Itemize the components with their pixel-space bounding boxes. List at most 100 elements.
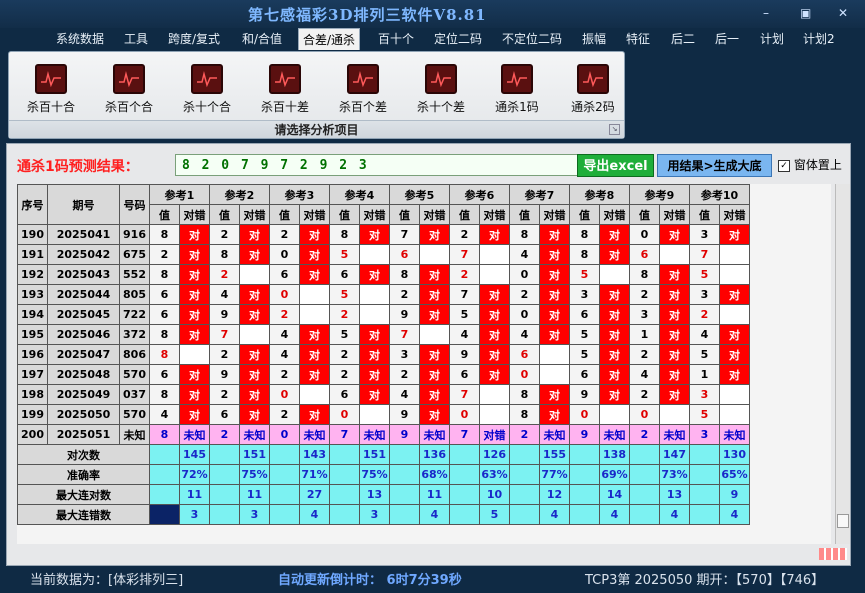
vertical-scrollbar[interactable] [835,184,850,544]
ribbon-button-1[interactable]: 杀百个合 [91,64,167,115]
stats-spacer [509,484,540,505]
cell-judgement: 对 [299,324,330,345]
stats-spacer [269,504,300,525]
cell-value: 2 [329,304,360,325]
stats-spacer [689,464,720,485]
cell-value: 9 [389,424,420,445]
cell-value: 2 [389,284,420,305]
cell-value: 4 [209,284,240,305]
cell-judgement: 对 [539,284,570,305]
cell-value: 9 [569,424,600,445]
col-header-judge: 对错 [539,204,570,225]
menu-item-sum-diff-kill[interactable]: 合差/通杀 [298,28,361,50]
stats-value: 63% [479,464,510,485]
menu-item-position-two[interactable]: 定位二码 [434,30,482,47]
cell-judgement: 对 [479,284,510,305]
stats-value: 4 [719,504,750,525]
chart-icon [577,64,609,94]
row-seq: 199 [17,404,48,425]
cell-judgement [479,404,510,425]
cell-judgement: 对 [419,304,450,325]
export-excel-button[interactable]: 导出excel [577,154,654,177]
menu-item-plan[interactable]: 计划 [760,30,784,47]
results-table: 序号 期号 号码 参考1 参考2 参考3 参考4 参考5 参考6 参考7 参考8 参考9 参考10 值对错… [17,184,750,525]
cell-judgement [419,244,450,265]
ribbon-button-7[interactable]: 通杀2码 [555,64,631,115]
results-grid: 序号 期号 号码 参考1 参考2 参考3 参考4 参考5 参考6 参考7 参考8 参考9 参考10 值对错… [17,184,831,544]
cell-value: 8 [149,224,180,245]
menu-item-feature[interactable]: 特征 [626,30,650,47]
indicator-strip [819,548,847,560]
cell-value: 8 [149,264,180,285]
cell-judgement: 对 [179,404,210,425]
prediction-result-field[interactable]: 8 2 0 7 9 7 2 9 2 3 [175,154,579,176]
menu-item-plan2[interactable]: 计划2 [803,30,835,47]
cell-value: 9 [389,404,420,425]
stats-row: 准确率 72% 75% 71% 75% 68% 63% 77% 69% 73% 65% [17,464,750,485]
row-number: 570 [119,404,150,425]
cell-judgement: 对错 [479,424,510,445]
menu-item-span[interactable]: 跨度/复式 [168,30,220,47]
table-row: 200 2025051 未知 8 未知 2 未知 0 未知 7 未知 9 未知 7 对错 2 未知 9 未知 2 未知 3… [17,424,750,445]
checkbox-mark[interactable]: ✓ [778,159,790,172]
ribbon-button-5[interactable]: 杀十个差 [403,64,479,115]
menu-item-digits[interactable]: 百十个 [378,30,414,47]
close-icon[interactable]: ✕ [838,6,848,20]
cell-judgement [239,264,270,285]
row-period: 2025042 [47,244,120,265]
cell-value: 4 [269,344,300,365]
stats-value: 136 [419,444,450,465]
scrollbar-thumb[interactable] [837,514,849,528]
cell-value: 8 [149,424,180,445]
cell-value: 2 [509,424,540,445]
ribbon-button-2[interactable]: 杀十个合 [169,64,245,115]
col-header-judge: 对错 [239,204,270,225]
row-seq: 194 [17,304,48,325]
menu-item-amplitude[interactable]: 振幅 [582,30,606,47]
cell-value: 6 [509,344,540,365]
row-seq: 198 [17,384,48,405]
restore-icon[interactable]: ▣ [800,6,811,20]
stats-spacer [569,484,600,505]
stats-spacer [569,444,600,465]
cell-value: 7 [449,424,480,445]
stats-spacer [509,444,540,465]
header-row: 序号 期号 号码 参考1 参考2 参考3 参考4 参考5 参考6 参考7 参考8 参考9 参考10 [17,184,750,225]
menu-item-last-one[interactable]: 后一 [715,30,739,47]
stay-on-top-checkbox[interactable]: ✓ 窗体置上 [778,156,842,173]
ribbon-button-4[interactable]: 杀百个差 [325,64,401,115]
cell-judgement: 对 [539,384,570,405]
menu-item-last-two[interactable]: 后二 [671,30,695,47]
ribbon-button-6[interactable]: 通杀1码 [479,64,555,115]
stats-label: 准确率 [17,464,150,485]
ribbon-button-0[interactable]: 杀百十合 [13,64,89,115]
menu-item-sum[interactable]: 和/合值 [242,30,282,47]
stats-spacer [629,504,660,525]
stats-spacer [269,484,300,505]
stats-value: 11 [179,484,210,505]
generate-base-button[interactable]: 用结果>生成大底 [657,154,772,177]
stats-spacer [629,444,660,465]
cell-value: 0 [269,284,300,305]
cell-judgement: 对 [419,224,450,245]
cell-value: 3 [629,304,660,325]
cell-judgement: 对 [479,224,510,245]
cell-value: 2 [269,404,300,425]
menu-item-nonposition-two[interactable]: 不定位二码 [502,30,562,47]
stats-value: 143 [299,444,330,465]
row-number: 805 [119,284,150,305]
cell-value: 0 [569,404,600,425]
cell-value: 5 [689,404,720,425]
ribbon-expand-icon[interactable]: ↘ [609,124,620,135]
cell-value: 1 [629,324,660,345]
cell-judgement [719,384,750,405]
stats-value: 72% [179,464,210,485]
ribbon-button-label: 杀百个差 [338,100,387,114]
menu-item-tools[interactable]: 工具 [124,30,148,47]
col-header-ref: 参考6 [449,184,510,205]
minimize-icon[interactable]: – [763,6,769,20]
menu-item-system-data[interactable]: 系统数据 [56,30,104,47]
ribbon-button-label: 通杀1码 [495,100,539,114]
cell-value: 5 [329,244,360,265]
ribbon-button-3[interactable]: 杀百十差 [247,64,323,115]
